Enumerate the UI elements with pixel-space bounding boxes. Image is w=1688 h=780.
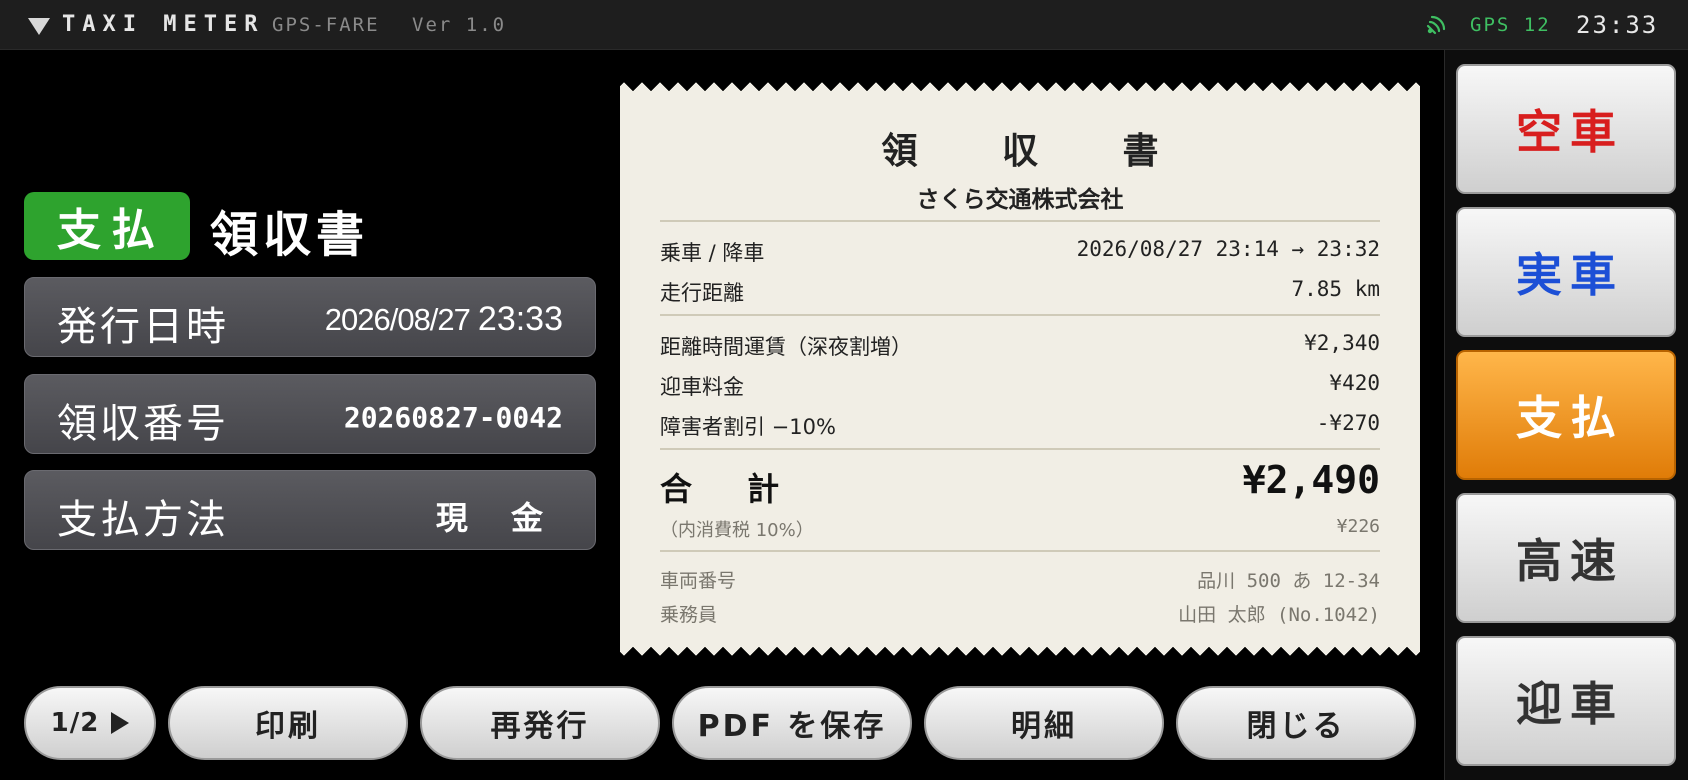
reissue-button[interactable]: 再発行	[420, 686, 660, 760]
fare-value: ¥2,340	[1304, 331, 1380, 355]
tax-value: ¥226	[1336, 516, 1380, 537]
total-value: ¥2,490	[1242, 458, 1380, 502]
status-badge: 支払	[24, 192, 190, 260]
issue-date: 2026/08/27	[324, 302, 471, 337]
receipt-divider	[660, 220, 1380, 222]
receipt-paper: 領 収 書 さくら交通株式会社 乗車 / 降車 2026/08/27 23:14…	[620, 82, 1420, 656]
tax-label: （内消費税 10%）	[660, 520, 814, 541]
payment-method-row: 支払方法 現 金	[24, 470, 596, 550]
payment-method-label: 支払方法	[57, 497, 229, 543]
ride-value: 2026/08/27 23:14 → 23:32	[1076, 237, 1380, 261]
receipt-divider	[660, 550, 1380, 552]
page-indicator: 1/2	[50, 708, 100, 738]
distance-label: 走行距離	[660, 281, 744, 305]
triangle-down-icon[interactable]	[28, 18, 50, 35]
receipt-number-value: 20260827-0042	[343, 401, 563, 434]
receipt-row-vehicle: 車両番号 品川 500 あ 12-34	[660, 566, 1380, 594]
issue-time: 23:33	[477, 300, 563, 338]
receipt-divider	[660, 314, 1380, 316]
receipt-row-discount: 障害者割引 −10% -¥270	[660, 411, 1380, 439]
print-button[interactable]: 印刷	[168, 686, 408, 760]
fare-label: 距離時間運賃（深夜割増）	[660, 335, 912, 359]
vehicle-number-label: 車両番号	[660, 570, 737, 592]
app-title: TAXI METER	[62, 12, 265, 37]
close-button[interactable]: 閉じる	[1176, 686, 1416, 760]
mode-button-payment[interactable]: 支払	[1456, 350, 1676, 480]
mode-button-occupied[interactable]: 実車	[1456, 207, 1676, 337]
receipt-number-row: 領収番号 20260827-0042	[24, 374, 596, 454]
pickup-fee-label: 迎車料金	[660, 375, 744, 399]
mode-button-highway[interactable]: 高速	[1456, 493, 1676, 623]
vehicle-number-value: 品川 500 あ 12-34	[1197, 570, 1380, 592]
page-button[interactable]: 1/2	[24, 686, 156, 760]
receipt-title: 領 収 書	[881, 131, 1195, 172]
discount-value: -¥270	[1316, 411, 1380, 435]
receipt-row-driver: 乗務員 山田 太郎 (No.1042)	[660, 600, 1380, 628]
mode-button-vacant[interactable]: 空車	[1456, 64, 1676, 194]
gps-signal-icon	[1426, 15, 1446, 35]
distance-value: 7.85 km	[1291, 277, 1380, 301]
issue-datetime-value: 2026/08/27 23:33	[325, 300, 563, 339]
app-subtitle: GPS-FARE	[272, 14, 380, 36]
receipt-row-distance: 走行距離 7.85 km	[660, 277, 1380, 305]
save-pdf-button[interactable]: PDF を保存	[672, 686, 912, 760]
receipt-row-pickup: 迎車料金 ¥420	[660, 371, 1380, 399]
status-bar: TAXI METER GPS-FARE Ver 1.0 GPS 12 23:33	[0, 0, 1688, 50]
app-version: Ver 1.0	[412, 14, 507, 36]
page-title: 領収書	[210, 207, 370, 263]
issue-datetime-label: 発行日時	[57, 304, 229, 350]
ride-label: 乗車 / 降車	[660, 241, 765, 265]
total-label: 合 計	[660, 470, 802, 508]
clock: 23:33	[1576, 11, 1659, 39]
receipt-number-label: 領収番号	[57, 401, 229, 447]
receipt-row-fare: 距離時間運賃（深夜割増） ¥2,340	[660, 331, 1380, 359]
driver-value: 山田 太郎 (No.1042)	[1178, 604, 1380, 626]
mode-button-pickup[interactable]: 迎車	[1456, 636, 1676, 766]
receipt-row-ride: 乗車 / 降車 2026/08/27 23:14 → 23:32	[660, 237, 1380, 265]
issue-datetime-row: 発行日時 2026/08/27 23:33	[24, 277, 596, 357]
receipt-company: さくら交通株式会社	[916, 187, 1124, 213]
gps-status: GPS 12	[1470, 14, 1551, 36]
payment-method-value: 現 金	[435, 499, 559, 537]
play-arrow-icon	[111, 712, 130, 734]
details-button[interactable]: 明細	[924, 686, 1164, 760]
pickup-fee-value: ¥420	[1329, 371, 1380, 395]
discount-label: 障害者割引 −10%	[660, 415, 836, 439]
driver-label: 乗務員	[660, 604, 718, 626]
receipt-divider	[660, 448, 1380, 450]
